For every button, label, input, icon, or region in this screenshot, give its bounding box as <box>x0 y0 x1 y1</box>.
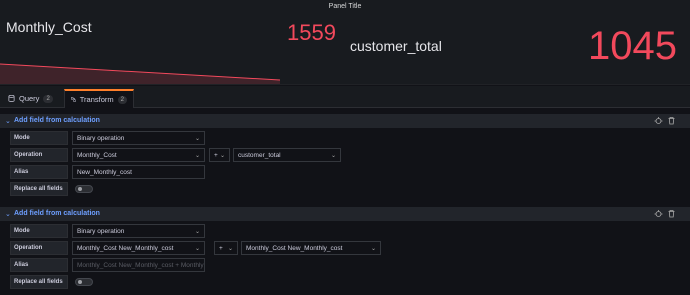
chevron-down-icon: ⌄ <box>227 246 233 252</box>
operator-value: + <box>219 244 223 252</box>
mode-select-value: Binary operation <box>77 134 125 142</box>
right-field-select[interactable]: customer_total ⌄ <box>233 148 341 162</box>
transformation-1-title[interactable]: Add field from calculation <box>14 117 100 124</box>
tab-query-label: Query <box>19 94 40 103</box>
chevron-down-icon: ⌄ <box>194 229 200 235</box>
debug-icon[interactable] <box>654 116 663 125</box>
replace-all-label: Replace all fields <box>10 275 68 289</box>
replace-all-toggle[interactable] <box>75 185 93 193</box>
chevron-down-icon: ⌄ <box>370 246 376 252</box>
stat-name-monthly-cost: Monthly_Cost <box>6 19 92 35</box>
replace-all-label: Replace all fields <box>10 182 68 196</box>
stat-name-customer-total: customer_total <box>350 38 442 54</box>
left-field-select[interactable]: Monthly_Cost ⌄ <box>72 148 205 162</box>
transformation-1: ⌄ Add field from calculation Mode Binary… <box>0 114 690 204</box>
panel-preview: Panel Title Monthly_Cost 1559 customer_t… <box>0 0 690 85</box>
chevron-down-icon[interactable]: ⌄ <box>5 117 11 125</box>
operation-label: Operation <box>10 148 68 162</box>
delete-icon[interactable] <box>667 116 676 125</box>
alias-input[interactable]: New_Monthly_cost <box>72 165 205 179</box>
right-field-value: customer_total <box>238 151 281 159</box>
editor-tabs: Query 2 Transform 2 <box>0 86 690 108</box>
chevron-down-icon: ⌄ <box>219 153 225 159</box>
mode-select-value: Binary operation <box>77 227 125 235</box>
stat-value-customer-total: 1045 <box>588 24 677 68</box>
chevron-down-icon: ⌄ <box>194 153 200 159</box>
mode-label: Mode <box>10 224 68 238</box>
delete-icon[interactable] <box>667 209 676 218</box>
transformation-2-title[interactable]: Add field from calculation <box>14 210 100 217</box>
left-field-value: Monthly_Cost <box>77 151 117 159</box>
alias-label: Alias <box>10 258 68 272</box>
tab-query-count: 2 <box>43 94 53 103</box>
tab-transform[interactable]: Transform 2 <box>64 89 134 108</box>
replace-all-toggle[interactable] <box>75 278 93 286</box>
panel-title[interactable]: Panel Title <box>0 3 690 10</box>
mode-select[interactable]: Binary operation ⌄ <box>72 224 205 238</box>
right-field-value: Monthly_Cost New_Monthly_cost <box>246 244 343 252</box>
stat-value-monthly-cost: 1559 <box>287 20 336 45</box>
tab-transform-label: Transform <box>79 95 114 104</box>
operation-label: Operation <box>10 241 68 255</box>
transformation-1-header[interactable]: ⌄ Add field from calculation <box>0 114 690 128</box>
tab-query[interactable]: Query 2 <box>2 89 59 108</box>
transformation-2: ⌄ Add field from calculation Mode Binary… <box>0 207 690 295</box>
chevron-down-icon: ⌄ <box>330 153 336 159</box>
transformation-2-header[interactable]: ⌄ Add field from calculation <box>0 207 690 221</box>
transform-icon <box>71 97 76 102</box>
left-field-value: Monthly_Cost New_Monthly_cost <box>77 244 174 252</box>
mode-label: Mode <box>10 131 68 145</box>
debug-icon[interactable] <box>654 209 663 218</box>
chevron-down-icon: ⌄ <box>194 246 200 252</box>
sparkline <box>0 63 280 84</box>
chevron-down-icon[interactable]: ⌄ <box>5 210 11 218</box>
mode-select[interactable]: Binary operation ⌄ <box>72 131 205 145</box>
left-field-select[interactable]: Monthly_Cost New_Monthly_cost ⌄ <box>72 241 205 255</box>
chevron-down-icon: ⌄ <box>194 136 200 142</box>
right-field-select[interactable]: Monthly_Cost New_Monthly_cost ⌄ <box>241 241 381 255</box>
alias-input[interactable]: Monthly_Cost New_Monthly_cost + Monthly <box>72 258 205 272</box>
database-icon <box>8 95 15 102</box>
operator-select[interactable]: + ⌄ <box>214 241 238 255</box>
alias-label: Alias <box>10 165 68 179</box>
operator-select[interactable]: + ⌄ <box>209 148 230 162</box>
operator-value: + <box>214 151 218 159</box>
tab-transform-count: 2 <box>117 95 127 104</box>
